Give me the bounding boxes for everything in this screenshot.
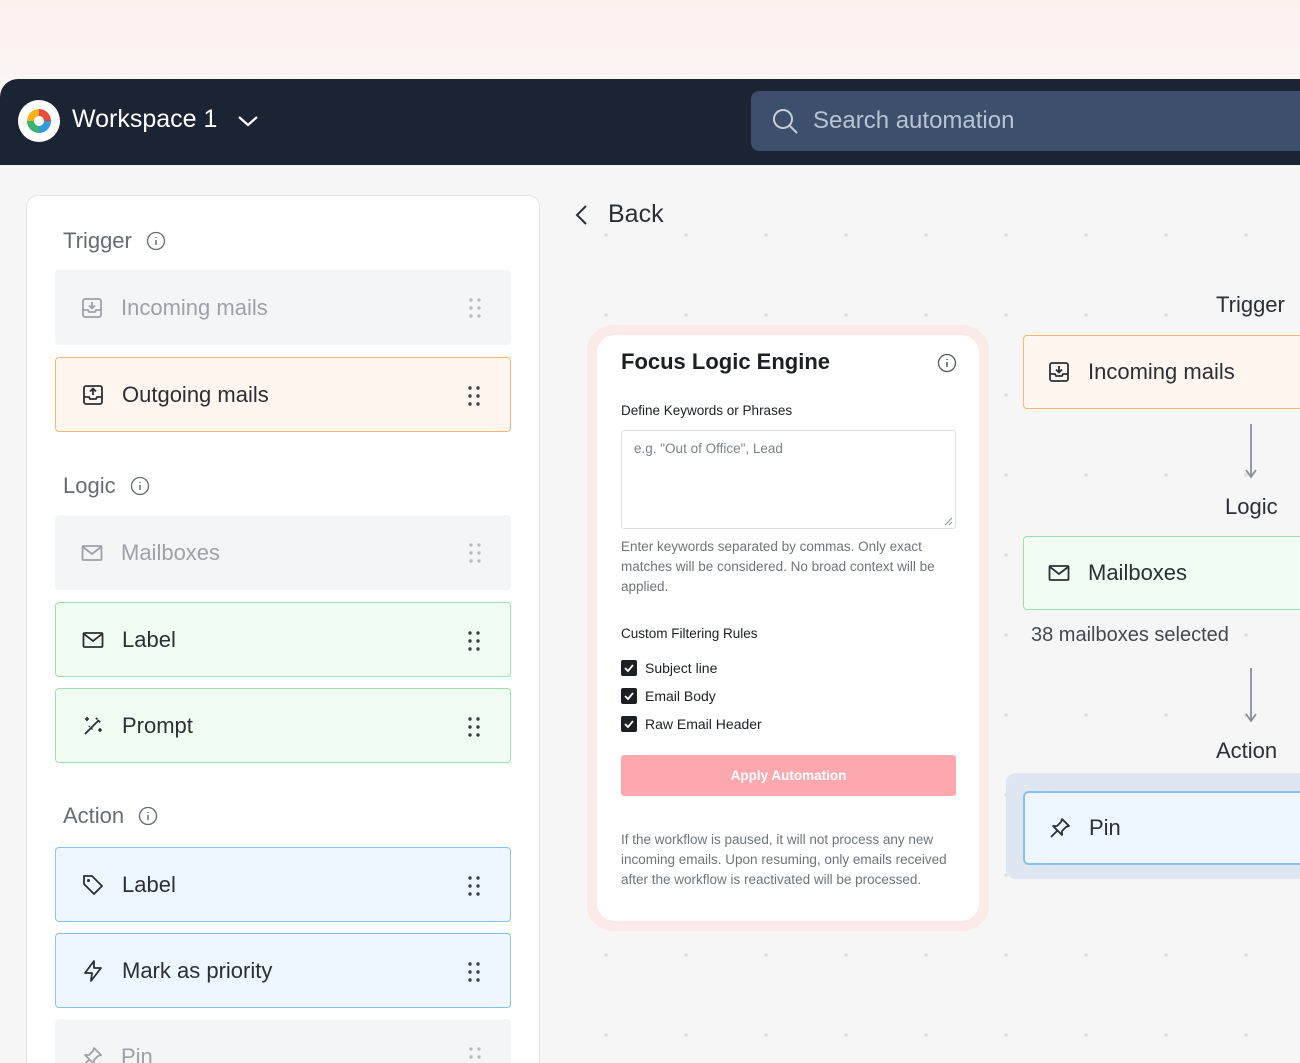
flow-node-label: Mailboxes bbox=[1088, 560, 1188, 585]
flow-logic-label: Logic bbox=[1225, 494, 1278, 519]
mail-icon bbox=[79, 540, 105, 566]
chevron-left-icon bbox=[575, 204, 587, 225]
sidebar-item-prompt[interactable]: Prompt bbox=[55, 688, 511, 763]
inbox-download-icon bbox=[1046, 359, 1072, 385]
search-placeholder: Search automation bbox=[813, 107, 1015, 134]
arrow-down-icon bbox=[1245, 668, 1257, 723]
checkbox-label: Email Body bbox=[645, 688, 716, 704]
focus-logic-card: Focus Logic Engine Define Keywords or Ph… bbox=[597, 335, 979, 921]
back-label: Back bbox=[608, 200, 664, 228]
chevron-down-icon[interactable] bbox=[235, 111, 261, 131]
back-button[interactable]: Back bbox=[572, 200, 664, 229]
info-icon[interactable] bbox=[130, 476, 150, 496]
drag-handle-icon[interactable] bbox=[466, 960, 482, 984]
apply-automation-button[interactable]: Apply Automation bbox=[621, 755, 956, 796]
mail-icon bbox=[1046, 560, 1072, 586]
keywords-label: Define Keywords or Phrases bbox=[621, 403, 793, 418]
flow-node-label: Pin bbox=[1089, 815, 1121, 840]
sidebar-item-label: Pin bbox=[121, 1043, 153, 1063]
top-bar: Workspace 1 Search automation bbox=[0, 79, 1300, 165]
info-icon[interactable] bbox=[146, 231, 166, 251]
sidebar-item-pin[interactable]: Pin bbox=[55, 1019, 511, 1063]
flow-action-label: Action bbox=[1216, 738, 1278, 763]
sidebar-item-label-action[interactable]: Label bbox=[55, 847, 511, 922]
footer-note: If the workflow is paused, it will not p… bbox=[621, 832, 947, 887]
card-title: Focus Logic Engine bbox=[621, 349, 831, 374]
drag-handle-icon[interactable] bbox=[466, 384, 482, 408]
pin-icon bbox=[79, 1044, 105, 1063]
search-input[interactable]: Search automation bbox=[751, 91, 1300, 151]
drag-handle-icon[interactable] bbox=[467, 541, 483, 565]
checkbox-label: Subject line bbox=[645, 660, 718, 676]
section-title: Trigger bbox=[63, 228, 132, 253]
checkbox-label: Raw Email Header bbox=[645, 716, 762, 732]
lightning-icon bbox=[80, 958, 106, 984]
sidebar-item-label: Mailboxes bbox=[121, 539, 221, 565]
sidebar-item-mark-as-priority[interactable]: Mark as priority bbox=[55, 933, 511, 1008]
sidebar-item-label: Outgoing mails bbox=[122, 381, 269, 407]
checkbox-checked-icon[interactable] bbox=[621, 660, 637, 676]
workspace-logo[interactable] bbox=[18, 100, 60, 142]
checkbox-checked-icon[interactable] bbox=[621, 716, 637, 732]
workspace-name[interactable]: Workspace 1 bbox=[72, 105, 217, 134]
drag-handle-icon[interactable] bbox=[467, 296, 483, 320]
mailboxes-selected-count: 38 mailboxes selected bbox=[1031, 624, 1229, 646]
flow-trigger-label: Trigger bbox=[1216, 292, 1285, 317]
sidebar-item-outgoing-mails[interactable]: Outgoing mails bbox=[55, 357, 511, 432]
sidebar-section-action: Action bbox=[63, 803, 158, 829]
info-icon[interactable] bbox=[937, 353, 957, 373]
checkbox-raw-email-header[interactable]: Raw Email Header bbox=[621, 716, 762, 732]
checkbox-checked-icon[interactable] bbox=[621, 688, 637, 704]
keywords-placeholder: e.g. "Out of Office", Lead bbox=[634, 441, 783, 456]
inbox-upload-icon bbox=[80, 382, 106, 408]
sidebar-section-logic: Logic bbox=[63, 473, 150, 499]
drag-handle-icon[interactable] bbox=[466, 874, 482, 898]
magic-wand-icon bbox=[80, 713, 106, 739]
section-title: Action bbox=[63, 803, 125, 828]
pin-icon bbox=[1047, 815, 1073, 841]
workspace-logo-icon bbox=[27, 109, 51, 133]
sidebar-item-label: Mark as priority bbox=[122, 957, 273, 983]
sidebar-item-label: Label bbox=[122, 626, 176, 652]
sidebar-section-trigger: Trigger bbox=[63, 228, 166, 254]
resize-handle-icon[interactable] bbox=[943, 516, 953, 526]
sidebar-item-label-logic[interactable]: Label bbox=[55, 602, 511, 677]
checkbox-subject-line[interactable]: Subject line bbox=[621, 660, 717, 676]
arrow-down-icon bbox=[1245, 424, 1257, 479]
sidebar: Trigger Incoming mails Outgoing mails Lo… bbox=[26, 195, 540, 1063]
sidebar-item-incoming-mails[interactable]: Incoming mails bbox=[55, 270, 511, 345]
mail-icon bbox=[80, 627, 106, 653]
flow-node-pin[interactable]: Pin bbox=[1023, 791, 1300, 865]
sidebar-item-label: Incoming mails bbox=[121, 294, 268, 320]
sidebar-item-label: Prompt bbox=[122, 712, 193, 738]
rules-label: Custom Filtering Rules bbox=[621, 626, 758, 641]
drag-handle-icon[interactable] bbox=[467, 1045, 483, 1063]
sidebar-item-label: Label bbox=[122, 871, 176, 897]
flow-node-incoming-mails[interactable]: Incoming mails bbox=[1023, 335, 1300, 409]
flow-node-label: Incoming mails bbox=[1088, 359, 1235, 384]
keywords-hint: Enter keywords separated by commas. Only… bbox=[621, 539, 935, 594]
sidebar-item-mailboxes[interactable]: Mailboxes bbox=[55, 515, 511, 590]
info-icon[interactable] bbox=[138, 806, 158, 826]
tag-icon bbox=[80, 872, 106, 898]
section-title: Logic bbox=[63, 473, 116, 498]
search-icon bbox=[773, 109, 798, 134]
drag-handle-icon[interactable] bbox=[466, 629, 482, 653]
flow-node-mailboxes[interactable]: Mailboxes bbox=[1023, 536, 1300, 610]
inbox-download-icon bbox=[79, 295, 105, 321]
drag-handle-icon[interactable] bbox=[466, 715, 482, 739]
checkbox-email-body[interactable]: Email Body bbox=[621, 688, 716, 704]
keywords-textarea[interactable]: e.g. "Out of Office", Lead bbox=[621, 430, 956, 529]
